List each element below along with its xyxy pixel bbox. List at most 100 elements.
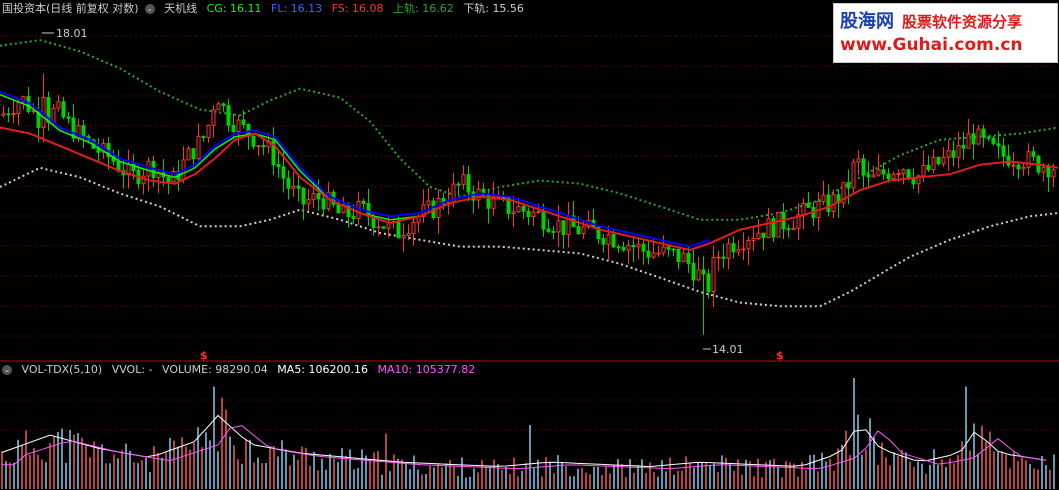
candle-body: [901, 169, 906, 174]
chart-annotations: 18.01 14.01 $ $: [42, 27, 784, 362]
candle-body: [896, 173, 901, 175]
candle-body: [511, 211, 516, 214]
candle-body: [861, 158, 866, 176]
candle-body: [791, 227, 796, 231]
candle-body: [726, 243, 731, 259]
candle-body: [1001, 145, 1006, 157]
candle-body: [1051, 169, 1056, 178]
candle-body: [786, 228, 791, 231]
candle-body: [661, 246, 666, 254]
fl-readout: FL: 16.13: [271, 2, 323, 15]
watermark-line1: 股海网 股票软件资源分享: [840, 11, 1023, 32]
candle-body: [846, 182, 851, 189]
candle-body: [196, 135, 201, 160]
candle-body: [956, 144, 961, 158]
candle-body: [966, 133, 971, 149]
candle-body: [306, 199, 311, 205]
candle-body: [1016, 164, 1021, 170]
candle-body: [701, 269, 706, 275]
candle-body: [866, 174, 871, 178]
candle-body: [526, 210, 531, 218]
candle-body: [521, 206, 526, 212]
candle-body: [66, 116, 71, 119]
candle-body: [646, 250, 651, 258]
candle-body: [456, 183, 461, 186]
candle-body: [936, 157, 941, 165]
candle-body: [696, 269, 701, 281]
candle-body: [671, 248, 676, 251]
candle-body: [766, 218, 771, 239]
volume-panel: [1, 378, 1055, 489]
candle-body: [681, 252, 686, 263]
candle-body: [611, 234, 616, 248]
candle-body: [601, 238, 606, 245]
candle-body: [666, 246, 671, 250]
candle-body: [731, 243, 736, 253]
candle-body: [211, 109, 216, 126]
candle-body: [581, 226, 586, 235]
candle-body: [1031, 151, 1036, 157]
candle-body: [336, 203, 341, 214]
upper-readout: 上轨: 16.62: [393, 2, 454, 15]
candle-body: [556, 220, 561, 233]
candle-body: [691, 262, 696, 281]
candle-body: [1046, 166, 1051, 178]
candle-body: [761, 232, 766, 239]
candle-body: [891, 173, 896, 180]
candle-body: [981, 128, 986, 138]
candle-body: [886, 173, 891, 180]
candle-body: [376, 226, 381, 229]
candle-body: [976, 128, 981, 145]
candle-body: [971, 133, 976, 145]
candle-body: [251, 135, 256, 147]
candle-body: [631, 244, 636, 248]
stock-chart: 18.01 14.01 $ $: [0, 27, 1059, 489]
candle-body: [301, 187, 306, 205]
candle-body: [996, 143, 1001, 147]
candle-body: [226, 105, 231, 126]
high-label: 18.01: [56, 27, 88, 40]
price-candles: [1, 73, 1056, 335]
candle-body: [401, 235, 406, 239]
candle-body: [626, 244, 631, 251]
candle-body: [396, 221, 401, 239]
candle-body: [946, 150, 951, 158]
signal-marker-1: $: [200, 349, 208, 362]
candle-body: [741, 248, 746, 251]
candle-body: [926, 164, 931, 171]
candle-body: [821, 194, 826, 203]
price-lines: [0, 90, 1059, 252]
candle-body: [751, 238, 756, 241]
candle-body: [806, 202, 811, 208]
lower-readout: 下轨: 15.56: [463, 2, 524, 15]
indicator-toggle-icon[interactable]: ⌄: [144, 4, 155, 14]
ma5-readout: MA5: 106200.16: [277, 363, 369, 376]
candle-body: [776, 211, 781, 238]
volume-header: ⌄ VOL-TDX(5,10) VVOL: - VOLUME: 98290.04…: [2, 363, 481, 377]
candle-body: [1, 113, 6, 116]
candle-body: [516, 206, 521, 213]
candle-body: [711, 256, 716, 292]
candle-body: [61, 101, 66, 118]
candle-body: [951, 150, 956, 158]
candle-body: [856, 158, 861, 163]
price-grid: [0, 35, 1059, 461]
indicator-name: 天机线: [164, 2, 198, 15]
candle-body: [256, 145, 261, 148]
candle-body: [621, 246, 626, 251]
candle-body: [296, 185, 301, 189]
candle-body: [656, 252, 661, 255]
candle-body: [361, 200, 366, 204]
candle-body: [1021, 166, 1026, 170]
candle-body: [991, 137, 996, 145]
candle-body: [16, 101, 21, 114]
candle-body: [81, 125, 86, 137]
candle-body: [231, 124, 236, 133]
candle-body: [851, 161, 856, 189]
candle-body: [686, 252, 691, 264]
candle-body: [676, 248, 681, 263]
candle-body: [276, 164, 281, 168]
candle-body: [881, 169, 886, 175]
candle-body: [291, 185, 296, 189]
volume-toggle-icon[interactable]: ⌄: [2, 365, 12, 375]
